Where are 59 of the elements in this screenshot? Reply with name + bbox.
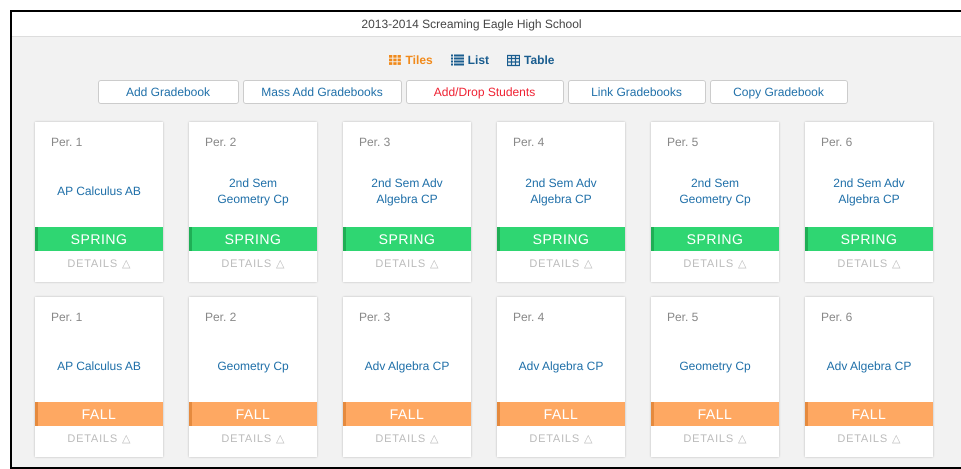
list-icon: [450, 54, 464, 66]
gradebook-card[interactable]: Per. 3 Adv Algebra CP FALL DETAILS △: [343, 297, 471, 457]
action-button[interactable]: Link Gradebooks: [568, 80, 706, 104]
action-button[interactable]: Add Gradebook: [98, 80, 238, 104]
period-label: Per. 4: [512, 134, 546, 151]
course-link[interactable]: Geometry Cp: [679, 358, 751, 374]
term-banner: FALL: [35, 402, 163, 426]
action-button[interactable]: Copy Gradebook: [710, 80, 848, 104]
course-link[interactable]: AP Calculus AB: [57, 358, 141, 374]
term-banner: SPRING: [343, 227, 471, 251]
course-link[interactable]: Adv Algebra CP: [518, 358, 604, 374]
term-banner: FALL: [343, 402, 471, 426]
gradebook-card[interactable]: Per. 5 2nd Sem Geometry Cp SPRING DETAILS △: [651, 122, 779, 282]
period-label: Per. 5: [666, 309, 700, 326]
period-label: Per. 2: [204, 309, 238, 326]
term-banner: FALL: [805, 402, 933, 426]
action-button[interactable]: Mass Add Gradebooks: [242, 80, 402, 104]
term-banner: SPRING: [497, 227, 625, 251]
term-banner: SPRING: [189, 227, 317, 251]
course-link[interactable]: AP Calculus AB: [57, 183, 141, 199]
gradebook-card[interactable]: Per. 4 Adv Algebra CP FALL DETAILS △: [497, 297, 625, 457]
period-label: Per. 2: [204, 134, 238, 151]
course-link[interactable]: Geometry Cp: [217, 358, 289, 374]
gradebook-card[interactable]: Per. 1 AP Calculus AB FALL DETAILS △: [35, 297, 163, 457]
period-label: Per. 6: [820, 134, 854, 151]
course-link[interactable]: 2nd Sem Adv Algebra CP: [819, 175, 919, 207]
course-link[interactable]: 2nd Sem Geometry Cp: [665, 175, 765, 207]
gradebook-card[interactable]: Per. 4 2nd Sem Adv Algebra CP SPRING DETAILS △: [497, 122, 625, 282]
gradebook-card[interactable]: Per. 5 Geometry Cp FALL DETAILS △: [651, 297, 779, 457]
gradebook-card[interactable]: Per. 3 2nd Sem Adv Algebra CP SPRING DETAILS △: [343, 122, 471, 282]
gradebook-card[interactable]: Per. 6 2nd Sem Adv Algebra CP SPRING DETAILS △: [805, 122, 933, 282]
period-label: Per. 3: [358, 309, 392, 326]
course-link[interactable]: 2nd Sem Adv Algebra CP: [357, 175, 457, 207]
course-link[interactable]: Adv Algebra CP: [364, 358, 450, 374]
view-toggle[interactable]: Table: [507, 52, 554, 68]
term-banner: FALL: [651, 402, 779, 426]
period-label: Per. 1: [50, 134, 84, 151]
period-label: Per. 1: [50, 309, 84, 326]
view-toggle[interactable]: List: [450, 52, 490, 68]
period-label: Per. 3: [358, 134, 392, 151]
term-banner: FALL: [497, 402, 625, 426]
course-link[interactable]: Adv Algebra CP: [826, 358, 912, 374]
period-label: Per. 6: [820, 309, 854, 326]
course-link[interactable]: 2nd Sem Adv Algebra CP: [511, 175, 611, 207]
grid-icon: [388, 54, 402, 66]
term-banner: SPRING: [651, 227, 779, 251]
term-banner: SPRING: [805, 227, 933, 251]
gradebook-card[interactable]: Per. 2 Geometry Cp FALL DETAILS △: [189, 297, 317, 457]
gradebook-card[interactable]: Per. 2 2nd Sem Geometry Cp SPRING DETAILS △: [189, 122, 317, 282]
term-banner: FALL: [189, 402, 317, 426]
course-link[interactable]: 2nd Sem Geometry Cp: [203, 175, 303, 207]
term-banner: SPRING: [35, 227, 163, 251]
action-button[interactable]: Add/Drop Students: [406, 80, 564, 104]
gradebook-card[interactable]: Per. 1 AP Calculus AB SPRING DETAILS △: [35, 122, 163, 282]
period-label: Per. 4: [512, 309, 546, 326]
table-icon: [507, 54, 520, 66]
gradebook-card[interactable]: Per. 6 Adv Algebra CP FALL DETAILS △: [805, 297, 933, 457]
school-title: 2013-2014 Screaming Eagle High School: [361, 17, 582, 31]
period-label: Per. 5: [666, 134, 700, 151]
